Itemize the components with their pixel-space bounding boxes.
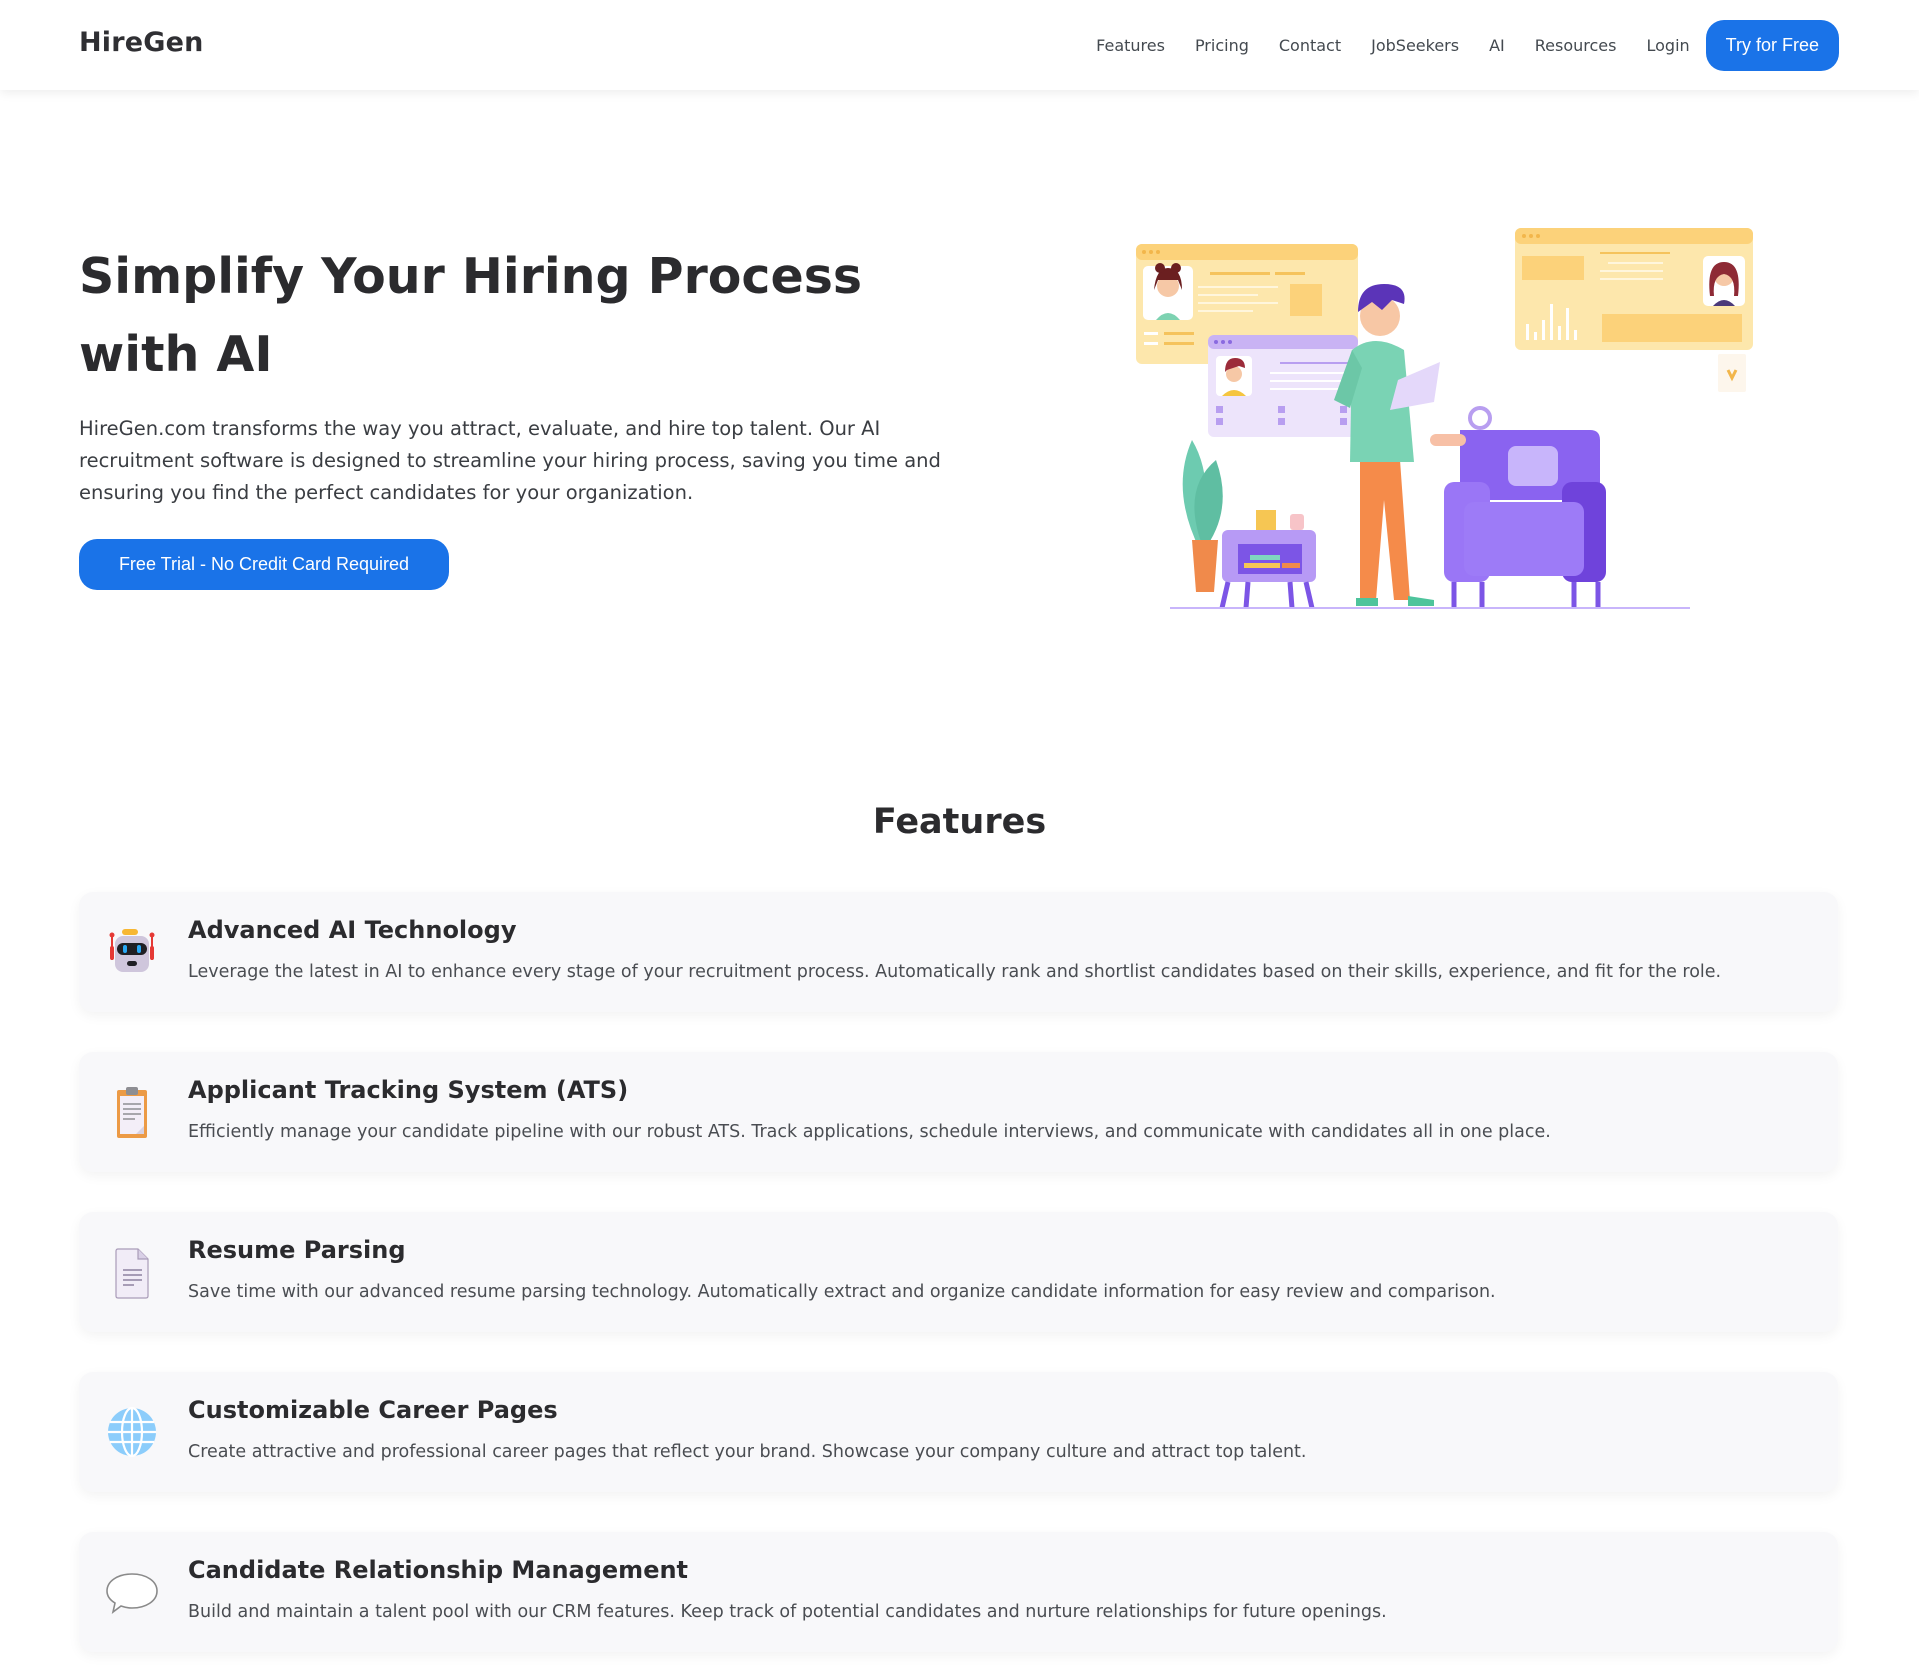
feature-description: Leverage the latest in AI to enhance eve…	[188, 962, 1722, 982]
nav-link-login[interactable]: Login	[1646, 36, 1689, 55]
clipboard-icon	[104, 1084, 160, 1140]
feature-title: Advanced AI Technology	[188, 916, 517, 944]
feature-card-resume-parsing: Resume Parsing Save time with our advanc…	[79, 1212, 1838, 1332]
feature-card-career-pages: Customizable Career Pages Create attract…	[79, 1372, 1838, 1492]
feature-card-ai-technology: Advanced AI Technology Leverage the late…	[79, 892, 1838, 1012]
nav-link-contact[interactable]: Contact	[1279, 36, 1341, 55]
hero-illustration	[1130, 220, 1770, 610]
dashboard-card-yellow-right	[1515, 228, 1753, 392]
features-heading: Features	[872, 802, 1047, 842]
feature-description: Save time with our advanced resume parsi…	[188, 1282, 1496, 1302]
nav-link-jobseekers[interactable]: JobSeekers	[1371, 36, 1459, 55]
feature-title: Resume Parsing	[188, 1236, 406, 1264]
globe-icon	[104, 1404, 160, 1460]
nav-link-pricing[interactable]: Pricing	[1195, 36, 1249, 55]
feature-title: Customizable Career Pages	[188, 1396, 558, 1424]
feature-card-crm: Candidate Relationship Management Build …	[79, 1532, 1838, 1652]
feature-description: Efficiently manage your candidate pipeli…	[188, 1122, 1551, 1142]
hero-description: HireGen.com transforms the way you attra…	[79, 417, 941, 504]
document-icon	[104, 1244, 160, 1300]
armchair	[1430, 406, 1606, 608]
try-for-free-button[interactable]: Try for Free	[1705, 19, 1839, 71]
feature-description: Build and maintain a talent pool with ou…	[188, 1602, 1387, 1622]
feature-card-ats: Applicant Tracking System (ATS) Efficien…	[79, 1052, 1838, 1172]
hiring-illustration	[1136, 228, 1753, 609]
hero-title: Simplify Your Hiring Process with AI	[79, 248, 863, 383]
speech-bubble-icon	[104, 1564, 160, 1620]
feature-title: Candidate Relationship Management	[188, 1556, 689, 1584]
robot-icon	[104, 924, 160, 980]
candidate-card-purple	[1208, 335, 1358, 437]
nav-links: Features Pricing Contact JobSeekers AI R…	[1096, 0, 1919, 90]
side-table	[1219, 510, 1316, 609]
potted-plant	[1182, 440, 1223, 592]
feature-title: Applicant Tracking System (ATS)	[188, 1076, 629, 1104]
nav-link-ai[interactable]: AI	[1489, 36, 1505, 55]
feature-description: Create attractive and professional caree…	[188, 1442, 1307, 1462]
nav-link-resources[interactable]: Resources	[1535, 36, 1617, 55]
free-trial-button[interactable]: Free Trial - No Credit Card Required	[79, 539, 449, 590]
top-navbar: HireGen Features Pricing Contact JobSeek…	[0, 0, 1919, 90]
logo[interactable]: HireGen	[79, 27, 204, 58]
nav-link-features[interactable]: Features	[1096, 36, 1165, 55]
